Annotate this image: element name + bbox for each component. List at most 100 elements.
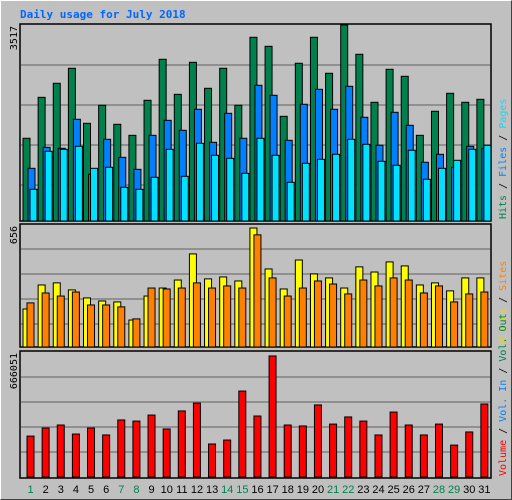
bar-sites-day-3: [56, 295, 65, 348]
bar-sites-day-10: [162, 288, 171, 348]
bar-pages-day-5: [90, 167, 99, 222]
bar-volume-day-8: [132, 420, 141, 478]
bar-sites-day-15: [238, 287, 247, 348]
bar-pages-day-7: [120, 186, 129, 222]
bar-volume-day-14: [223, 439, 232, 478]
legend-entry: Files: [498, 147, 509, 177]
bar-sites-day-20: [313, 280, 322, 348]
day-label-18: 18: [282, 484, 294, 496]
bar-pages-day-16: [256, 137, 265, 222]
day-label-6: 6: [103, 484, 109, 496]
bar-pages-day-6: [105, 166, 114, 222]
day-label-2: 2: [43, 484, 49, 496]
legend-entry: /: [498, 362, 509, 380]
bar-volume-day-4: [71, 433, 80, 478]
day-label-11: 11: [176, 484, 187, 496]
bar-sites-day-14: [223, 285, 232, 348]
bar-sites-day-23: [359, 279, 368, 348]
bar-volume-day-28: [434, 423, 443, 478]
day-label-27: 27: [418, 484, 430, 496]
bar-volume-day-25: [389, 411, 398, 478]
day-label-24: 24: [372, 484, 384, 496]
day-label-14: 14: [221, 484, 233, 496]
day-label-20: 20: [312, 484, 324, 496]
bar-sites-day-2: [41, 292, 50, 348]
bar-sites-day-5: [87, 304, 96, 348]
bar-pages-day-18: [286, 181, 295, 222]
day-label-8: 8: [133, 484, 139, 496]
legend-entry: Vol. In: [498, 380, 509, 422]
bar-volume-day-18: [283, 424, 292, 478]
bar-pages-day-9: [150, 176, 159, 222]
day-label-10: 10: [161, 484, 173, 496]
bar-sites-day-1: [26, 302, 35, 348]
bar-volume-day-20: [313, 404, 322, 478]
bar-pages-day-1: [29, 188, 38, 222]
y-max-label-volume: 666051: [9, 353, 20, 389]
bar-sites-day-16: [253, 234, 262, 348]
legend-entry: Sites: [498, 261, 509, 291]
bar-sites-day-31: [480, 291, 489, 348]
bar-sites-day-18: [283, 295, 292, 348]
bar-sites-day-25: [389, 277, 398, 348]
bar-pages-day-17: [271, 154, 280, 222]
legend-entry: /: [498, 177, 509, 195]
day-label-30: 30: [463, 484, 475, 496]
legend-hits-files-pages: Hits / Files / Pages: [498, 99, 509, 219]
bar-pages-day-14: [226, 157, 235, 222]
bar-volume-day-19: [298, 425, 307, 478]
bar-volume-day-24: [374, 434, 383, 478]
y-max-label-hits-files-pages: 3517: [9, 26, 20, 50]
bar-volume-day-13: [208, 443, 217, 478]
bar-sites-day-30: [465, 293, 474, 348]
day-label-17: 17: [267, 484, 279, 496]
bar-volume-day-12: [192, 402, 201, 478]
bar-volume-day-9: [147, 414, 156, 478]
bar-pages-day-31: [483, 144, 492, 222]
bar-sites-day-17: [268, 277, 277, 348]
bar-volume-day-11: [177, 410, 186, 478]
day-label-28: 28: [433, 484, 445, 496]
bar-pages-day-2: [44, 150, 53, 222]
bar-pages-day-15: [241, 172, 250, 222]
bar-volume-day-27: [419, 434, 428, 478]
bar-volume-day-15: [238, 390, 247, 478]
bar-volume-day-1: [26, 435, 35, 478]
bar-pages-day-11: [180, 175, 189, 222]
day-label-12: 12: [191, 484, 203, 496]
bar-volume-day-21: [329, 423, 338, 478]
day-label-1: 1: [28, 484, 34, 496]
legend-entry: Vol. Out: [498, 313, 509, 361]
bar-volume-day-22: [344, 416, 353, 478]
day-label-7: 7: [118, 484, 124, 496]
bar-volume-day-31: [480, 403, 489, 478]
day-label-16: 16: [251, 484, 263, 496]
legend-entry: Hits: [498, 195, 509, 219]
bar-pages-day-30: [468, 148, 477, 222]
bar-pages-day-13: [211, 154, 220, 222]
day-label-23: 23: [357, 484, 369, 496]
day-label-4: 4: [73, 484, 79, 496]
bar-pages-day-8: [135, 188, 144, 222]
day-label-21: 21: [327, 484, 339, 496]
day-label-25: 25: [388, 484, 400, 496]
bar-pages-day-24: [377, 160, 386, 222]
day-label-5: 5: [88, 484, 94, 496]
day-label-3: 3: [58, 484, 64, 496]
bar-pages-day-23: [362, 143, 371, 222]
bar-volume-day-10: [162, 428, 171, 478]
bar-volume-day-26: [404, 424, 413, 478]
bar-sites-day-27: [419, 292, 428, 348]
bar-pages-day-3: [59, 148, 68, 222]
bar-sites-day-11: [177, 287, 186, 348]
day-label-26: 26: [403, 484, 415, 496]
legend-volume: Volume / Vol. In / Vol. Out: [498, 313, 509, 476]
bar-volume-day-6: [102, 434, 111, 478]
y-max-label-visits-sites: 656: [9, 226, 20, 244]
bar-volume-day-2: [41, 427, 50, 478]
day-label-9: 9: [149, 484, 155, 496]
bar-sites-day-12: [192, 282, 201, 348]
legend-entry: /: [498, 291, 509, 309]
bar-volume-day-7: [117, 419, 126, 478]
day-label-15: 15: [236, 484, 248, 496]
